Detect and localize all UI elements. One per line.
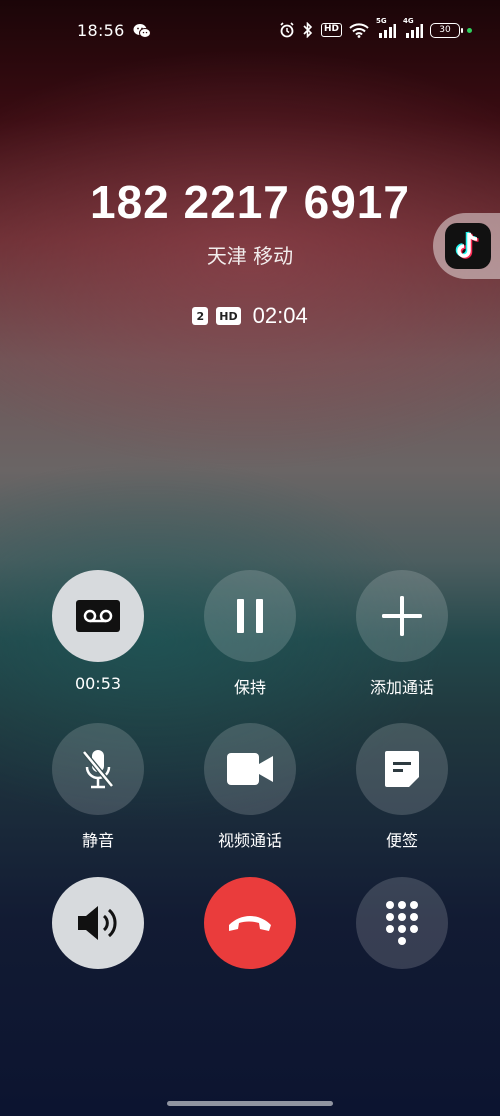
bluetooth-icon	[302, 22, 314, 38]
caller-location: 天津 移动	[206, 244, 294, 268]
hold-button[interactable]: 保持	[180, 570, 320, 698]
hangup-icon	[227, 913, 273, 933]
net-type-4g: 4G	[403, 16, 414, 25]
speaker-circle[interactable]	[52, 877, 144, 969]
alarm-icon	[279, 22, 295, 38]
mic-off-icon	[78, 748, 118, 790]
speaker-icon	[76, 904, 120, 942]
notes-button[interactable]: 便签	[332, 723, 472, 851]
floating-app-bubble[interactable]	[433, 213, 500, 279]
net-type-5g: 5G	[376, 16, 387, 25]
pause-icon	[235, 599, 265, 633]
video-call-circle[interactable]	[204, 723, 296, 815]
add-call-circle[interactable]	[356, 570, 448, 662]
mute-label: 静音	[81, 831, 114, 850]
status-bar: 18:56 HD 5G 4G 30	[0, 0, 500, 64]
record-icon	[76, 600, 120, 632]
wechat-icon	[133, 23, 151, 39]
notes-label: 便签	[385, 831, 418, 850]
end-call-circle[interactable]	[204, 877, 296, 969]
hold-circle[interactable]	[204, 570, 296, 662]
privacy-dot	[467, 27, 472, 33]
hold-label: 保持	[233, 678, 266, 697]
caller-number: 182 2217 6917	[90, 176, 410, 228]
record-label: 00:53	[74, 674, 122, 693]
status-time: 18:56	[77, 21, 125, 40]
end-call-button[interactable]	[180, 877, 320, 969]
wifi-icon	[349, 22, 369, 38]
sim-badge: 2	[192, 307, 209, 325]
tiktok-icon[interactable]	[445, 223, 491, 269]
call-info: 2 HD 02:04	[0, 303, 500, 329]
video-call-button[interactable]: 视频通话	[180, 723, 320, 851]
notes-circle[interactable]	[356, 723, 448, 815]
home-indicator[interactable]	[167, 1101, 333, 1106]
mute-button[interactable]: 静音	[28, 723, 168, 851]
dialpad-icon	[384, 900, 420, 946]
video-call-label: 视频通话	[217, 831, 282, 850]
call-duration: 02:04	[252, 303, 308, 328]
hd-call-badge: HD	[216, 307, 241, 325]
video-icon	[227, 753, 273, 785]
record-button[interactable]: 00:53	[28, 570, 168, 693]
add-call-button[interactable]: 添加通话	[332, 570, 472, 698]
add-call-label: 添加通话	[369, 678, 434, 697]
dialpad-button[interactable]	[332, 877, 472, 969]
mute-circle[interactable]	[52, 723, 144, 815]
note-icon	[385, 751, 419, 787]
dialpad-circle[interactable]	[356, 877, 448, 969]
plus-icon	[382, 596, 422, 636]
battery-icon: 30	[430, 22, 463, 38]
record-circle[interactable]	[52, 570, 144, 662]
signal-icon: 5G	[376, 17, 396, 38]
speaker-button[interactable]	[28, 877, 168, 969]
hd-icon: HD	[320, 23, 342, 37]
signal-icon: 4G	[403, 17, 423, 38]
